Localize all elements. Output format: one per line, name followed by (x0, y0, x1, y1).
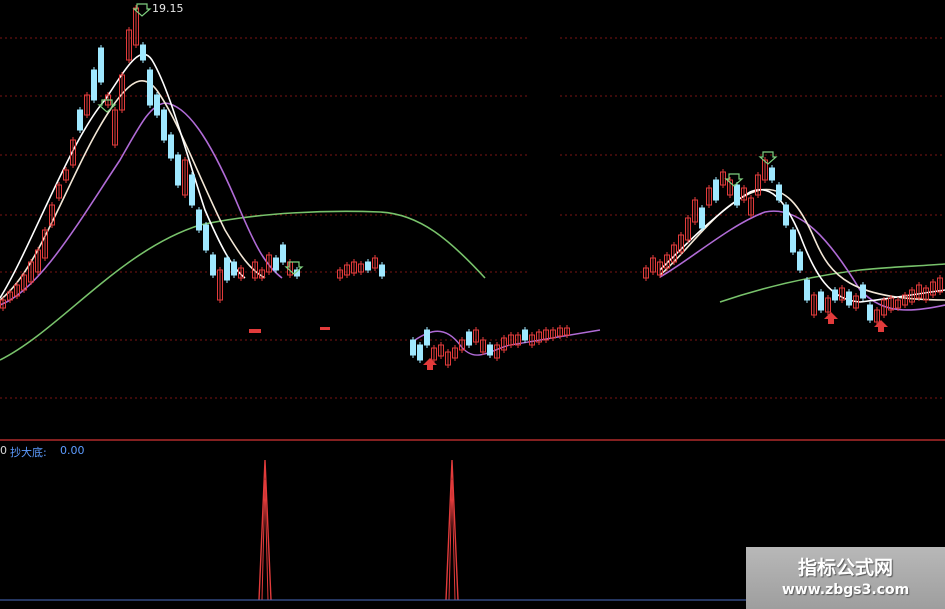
candle-body (147, 69, 153, 106)
candle-body (790, 229, 796, 253)
watermark-title: 指标公式网 (797, 557, 893, 579)
candle-body (98, 47, 104, 83)
candle-body (77, 109, 83, 131)
candle-body (466, 331, 472, 346)
candle-body (280, 244, 286, 263)
candle-body (424, 329, 430, 346)
candle-body (846, 291, 852, 306)
ma-mid-line (0, 80, 945, 301)
signal-bar (249, 329, 261, 333)
indicator-spikes (258, 459, 459, 601)
watermark-url: www.zbgs3.com (781, 582, 910, 598)
candle-body (734, 184, 740, 206)
candle-body (175, 154, 181, 186)
buy-marker-icon (824, 312, 838, 324)
candle-body (522, 329, 528, 341)
candle-body (273, 257, 279, 271)
candle-body (769, 167, 775, 181)
candle-body (804, 279, 810, 301)
candle-body (203, 224, 209, 251)
candle-body (699, 207, 705, 229)
candle-body (832, 289, 838, 301)
candle-body (379, 264, 385, 277)
stock-chart[interactable]: 19.15 (0, 0, 945, 609)
signal-bar (320, 327, 330, 330)
candle-body (231, 261, 237, 276)
indicator-value: 0.00 (60, 444, 85, 457)
candle-body (860, 284, 866, 299)
candle-body (154, 94, 160, 116)
watermark-logo: 指标公式网 www.zbgs3.com (746, 547, 945, 609)
candle-body (818, 291, 824, 311)
candle-body (797, 251, 803, 271)
price-grid (0, 37, 945, 399)
candle-body (713, 179, 719, 201)
candle-body (417, 344, 423, 361)
candle-body (487, 344, 493, 356)
candlestick-series (0, 5, 943, 368)
candle-body (168, 134, 174, 159)
candle-body (140, 44, 146, 61)
high-price-label: 19.15 (152, 2, 184, 15)
indicator-prefix: 0 (0, 444, 7, 457)
candle-body (867, 304, 873, 321)
indicator-name[interactable]: 抄大底: (10, 444, 47, 460)
signal-markers (97, 3, 888, 370)
ma-lower-line (414, 329, 601, 356)
candle-body (189, 174, 195, 206)
candle-body (210, 254, 216, 276)
ma-long-line (0, 210, 945, 361)
candle-body (91, 69, 97, 101)
candle-body (161, 109, 167, 141)
candle-body (410, 339, 416, 356)
candle-body (224, 257, 230, 281)
candle-body (776, 184, 782, 201)
candle-body (196, 209, 202, 231)
candle-body (783, 204, 789, 226)
candle-body (365, 261, 371, 271)
